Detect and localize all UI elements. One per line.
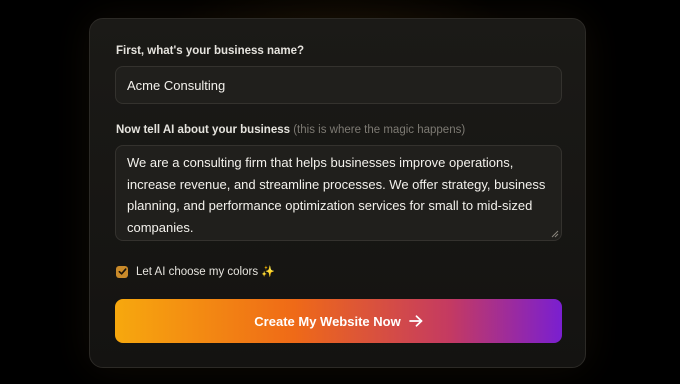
business-name-label: First, what's your business name? bbox=[116, 45, 305, 57]
ai-colors-checkbox[interactable] bbox=[116, 265, 128, 278]
business-name-value: Acme Consulting bbox=[127, 77, 226, 93]
about-business-label: Now tell AI about your business (this is… bbox=[116, 124, 465, 136]
ai-colors-label: Let AI choose my colors bbox=[136, 265, 259, 278]
arrow-right-icon bbox=[408, 315, 423, 327]
business-name-input[interactable]: Acme Consulting bbox=[115, 66, 562, 104]
ai-colors-option[interactable]: Let AI choose my colors ✨ bbox=[116, 265, 275, 278]
create-website-button[interactable]: Create My Website Now bbox=[115, 299, 562, 343]
resize-grip-icon[interactable] bbox=[551, 230, 559, 238]
sparkle-icon: ✨ bbox=[261, 266, 275, 278]
checkmark-icon bbox=[118, 268, 126, 275]
create-website-button-label: Create My Website Now bbox=[254, 313, 401, 329]
about-business-textarea[interactable]: We are a consulting firm that helps busi… bbox=[115, 145, 562, 241]
about-business-label-text: Now tell AI about your business bbox=[116, 124, 291, 136]
about-business-hint: (this is where the magic happens) bbox=[293, 124, 466, 136]
about-business-value: We are a consulting firm that helps busi… bbox=[127, 155, 546, 235]
business-form-card: First, what's your business name? Acme C… bbox=[89, 18, 586, 368]
